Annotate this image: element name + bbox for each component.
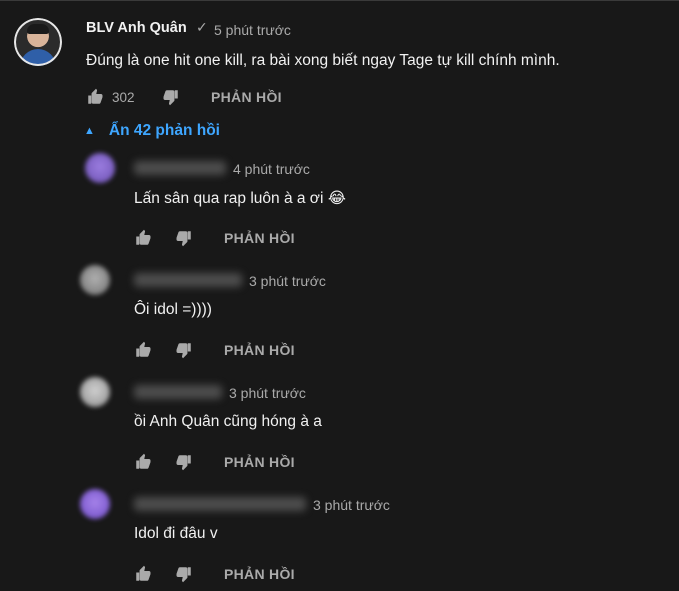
reply-button[interactable]: PHẢN HỒI [224, 454, 295, 470]
reply-text: Idol đi đâu v [134, 525, 218, 542]
like-button[interactable]: 302 [86, 88, 135, 106]
reply-avatar[interactable] [80, 377, 110, 407]
reply-author-redacted[interactable] [134, 497, 306, 511]
thumb-up-icon [86, 88, 104, 106]
thumb-up-icon [134, 229, 152, 247]
thumb-down-icon [175, 229, 193, 247]
reply-text: Lấn sân qua rap luôn à a ơi 😂 [134, 190, 346, 207]
reply-time[interactable]: 3 phút trước [249, 273, 326, 289]
thumb-up-icon [134, 453, 152, 471]
dislike-button[interactable] [162, 88, 180, 106]
reply-author-redacted[interactable] [134, 273, 242, 287]
reply-text: ồi Anh Quân cũng hóng à a [134, 413, 322, 430]
reply-time[interactable]: 4 phút trước [233, 161, 310, 177]
reply-author-redacted[interactable] [134, 161, 226, 175]
reply-button[interactable]: PHẢN HỒI [224, 566, 295, 582]
chevron-up-icon: ▲ [84, 125, 95, 137]
reply-button[interactable]: PHẢN HỒI [211, 89, 282, 105]
like-button[interactable] [134, 565, 152, 583]
hide-replies-label: Ẩn 42 phản hồi [108, 122, 220, 139]
reply-time[interactable]: 3 phút trước [313, 497, 390, 513]
reply-button[interactable]: PHẢN HỒI [224, 230, 295, 246]
author-avatar[interactable] [14, 18, 62, 66]
hide-replies-toggle[interactable]: ▲ Ẩn 42 phản hồi [84, 122, 220, 140]
like-button[interactable] [134, 341, 152, 359]
like-button[interactable] [134, 453, 152, 471]
thumb-down-icon [175, 341, 193, 359]
like-count: 302 [112, 89, 135, 105]
reply-button[interactable]: PHẢN HỒI [224, 342, 295, 358]
comment-text: Đúng là one hit one kill, ra bài xong bi… [86, 52, 560, 69]
reply-text: Ôi idol =)))) [134, 301, 212, 318]
thumb-down-icon [162, 88, 180, 106]
like-button[interactable] [134, 229, 152, 247]
thumb-down-icon [175, 453, 193, 471]
dislike-button[interactable] [175, 565, 193, 583]
comment-time[interactable]: 5 phút trước [214, 22, 291, 38]
dislike-button[interactable] [175, 453, 193, 471]
reply-avatar[interactable] [80, 489, 110, 519]
dislike-button[interactable] [175, 229, 193, 247]
thumb-up-icon [134, 565, 152, 583]
reply-avatar[interactable] [85, 153, 115, 183]
thumb-up-icon [134, 341, 152, 359]
thumb-down-icon [175, 565, 193, 583]
top-divider [0, 0, 679, 1]
reply-author-redacted[interactable] [134, 385, 222, 399]
dislike-button[interactable] [175, 341, 193, 359]
comment-author[interactable]: BLV Anh Quân [86, 20, 187, 36]
verified-check-icon: ✓ [196, 19, 208, 35]
reply-time[interactable]: 3 phút trước [229, 385, 306, 401]
avatar-ring [14, 18, 62, 66]
reply-avatar[interactable] [80, 265, 110, 295]
